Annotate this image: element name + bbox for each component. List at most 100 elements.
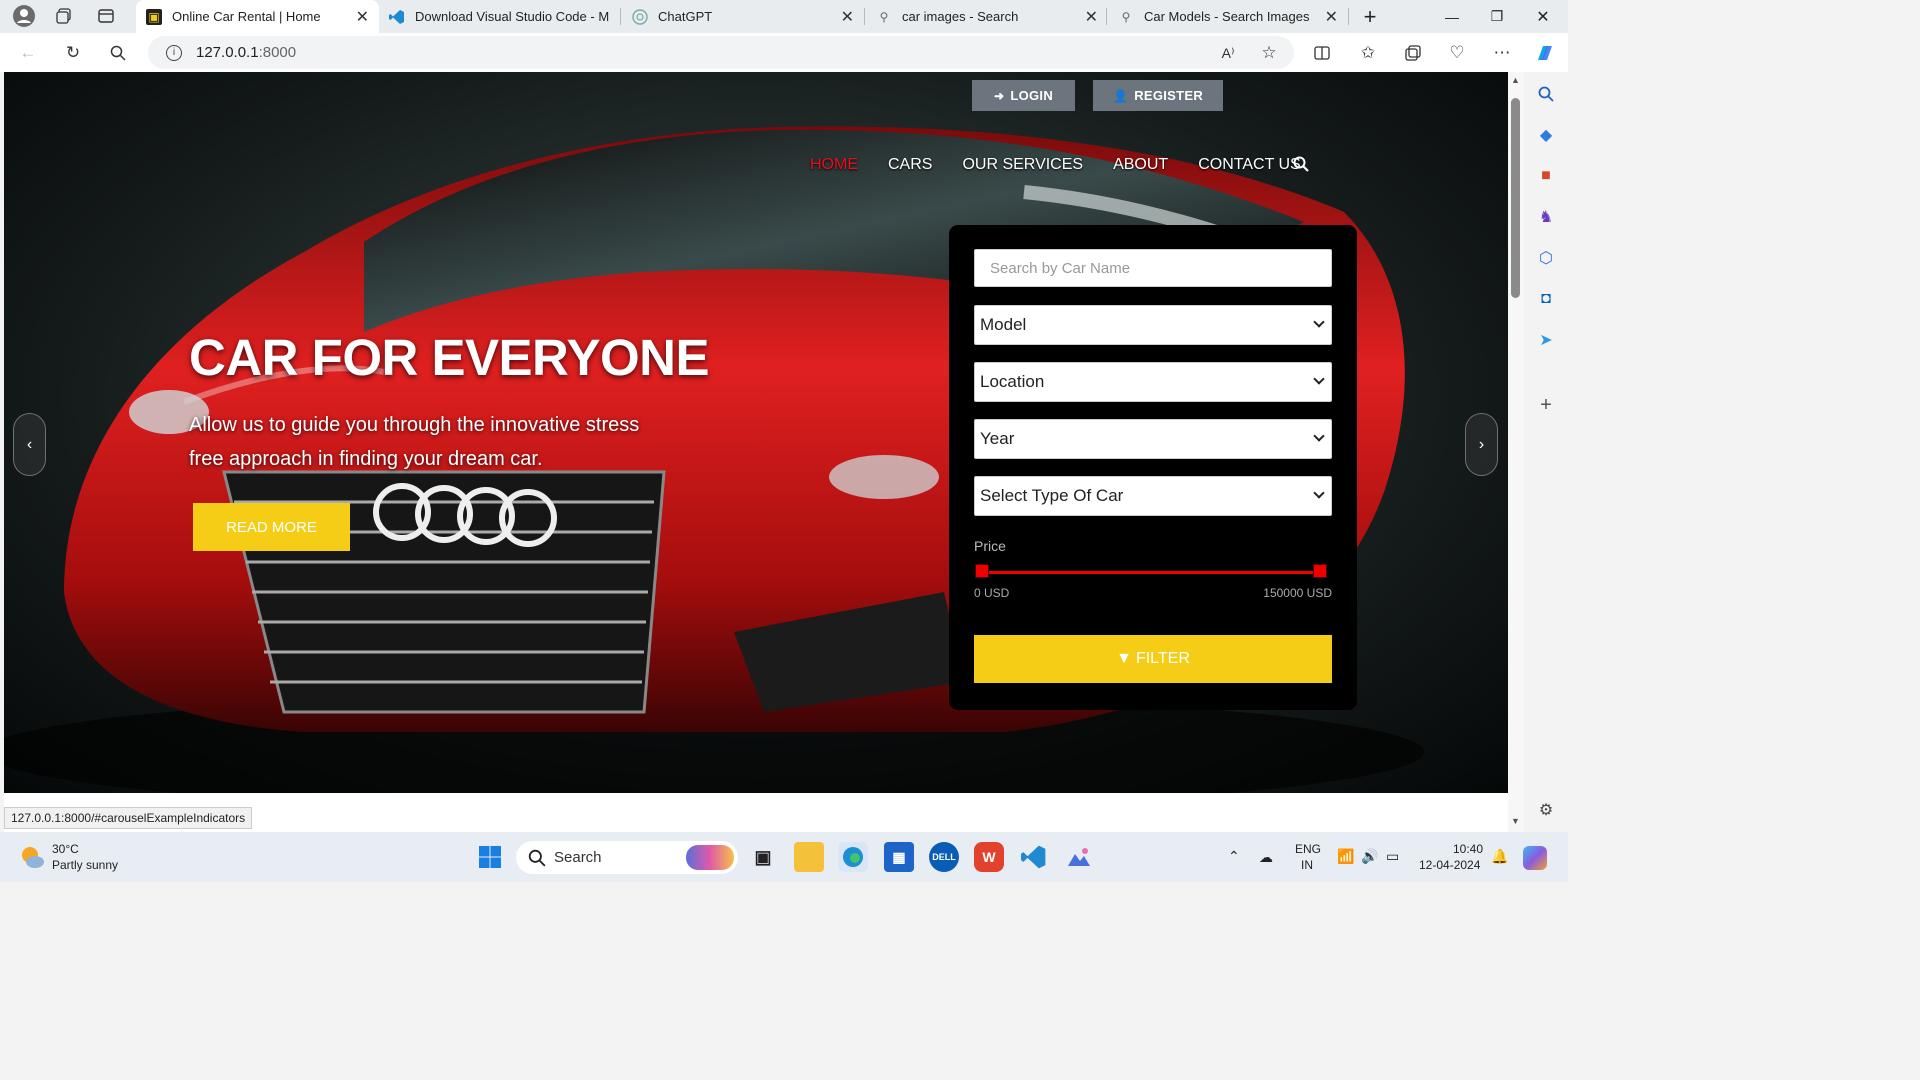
car-name-search-input[interactable]: Search by Car Name bbox=[974, 249, 1332, 287]
wifi-icon[interactable]: 📶 bbox=[1337, 848, 1354, 865]
microsoft-365-icon[interactable]: ⬡ bbox=[1534, 246, 1558, 270]
close-tab-icon[interactable]: ✕ bbox=[841, 7, 854, 27]
refresh-icon[interactable]: ↻ bbox=[57, 37, 89, 69]
windows-start-icon[interactable] bbox=[475, 842, 505, 872]
filter-button-label: FILTER bbox=[1135, 650, 1190, 667]
weather-sun-icon[interactable] bbox=[18, 843, 46, 871]
hero-description: Allow us to guide you through the innova… bbox=[189, 414, 640, 470]
price-min-handle[interactable] bbox=[975, 564, 989, 578]
sidebar-settings-gear-icon[interactable]: ⚙ bbox=[1534, 798, 1558, 822]
split-screen-icon[interactable] bbox=[1306, 37, 1338, 69]
nav-our-services[interactable]: OUR SERVICES bbox=[962, 156, 1083, 174]
login-label: LOGIN bbox=[1010, 88, 1054, 103]
drop-send-icon[interactable]: ➤ bbox=[1534, 328, 1558, 352]
price-max-handle[interactable] bbox=[1313, 564, 1327, 578]
search-icon[interactable] bbox=[102, 37, 134, 69]
wps-office-icon[interactable]: W bbox=[974, 842, 1004, 872]
address-toolbar: ← ↻ i 127.0.0.1:8000 A⁾ ☆ ✩ ♡ ⋯ bbox=[0, 33, 1568, 72]
taskbar-search-label: Search bbox=[554, 849, 602, 866]
scroll-up-icon[interactable]: ▲ bbox=[1511, 75, 1520, 85]
page-scrollbar[interactable]: ▲ ▼ bbox=[1508, 72, 1524, 832]
copilot-taskbar-icon[interactable] bbox=[1523, 846, 1547, 870]
photos-icon[interactable] bbox=[1064, 842, 1094, 872]
battery-icon[interactable]: ▭ bbox=[1386, 848, 1399, 865]
language-in[interactable]: IN bbox=[1301, 858, 1313, 872]
profile-icon[interactable] bbox=[8, 0, 40, 32]
close-tab-icon[interactable]: ✕ bbox=[1325, 7, 1338, 27]
read-more-button[interactable]: READ MORE bbox=[193, 503, 350, 551]
taskbar-search[interactable]: Search bbox=[516, 841, 738, 874]
scroll-down-icon[interactable]: ▼ bbox=[1511, 816, 1520, 826]
browser-essentials-icon[interactable]: ♡ bbox=[1441, 37, 1473, 69]
register-button[interactable]: 👤 REGISTER bbox=[1093, 80, 1223, 111]
favorite-star-icon[interactable]: ☆ bbox=[1253, 37, 1285, 69]
task-view-icon[interactable]: ▣ bbox=[748, 842, 778, 872]
user-plus-icon: 👤 bbox=[1112, 88, 1129, 103]
browser-tab-bar: ▣ Online Car Rental | Home ✕ Download Vi… bbox=[0, 0, 1568, 33]
copilot-icon[interactable] bbox=[1529, 37, 1561, 69]
tab-car-images-search[interactable]: ⚲ car images - Search ✕ bbox=[866, 0, 1108, 33]
volume-icon[interactable]: 🔊 bbox=[1361, 848, 1378, 865]
car-type-select[interactable]: Select Type Of Car bbox=[974, 476, 1332, 516]
nav-home[interactable]: HOME bbox=[810, 156, 858, 174]
new-tab-button[interactable]: + bbox=[1347, 0, 1393, 33]
address-input[interactable]: i 127.0.0.1:8000 bbox=[148, 36, 1294, 69]
search-icon[interactable] bbox=[1534, 82, 1558, 106]
model-select-value: Model bbox=[980, 315, 1027, 334]
carousel-next-button[interactable]: › bbox=[1465, 413, 1498, 476]
scrollbar-thumb[interactable] bbox=[1511, 98, 1520, 298]
main-nav: HOME CARS OUR SERVICES ABOUT CONTACT US bbox=[810, 156, 1331, 174]
outlook-icon[interactable]: ◘ bbox=[1534, 287, 1558, 311]
collections-icon[interactable] bbox=[1397, 37, 1429, 69]
nav-about[interactable]: ABOUT bbox=[1113, 156, 1168, 174]
funnel-icon: ▼ bbox=[1116, 650, 1132, 667]
close-window-button[interactable]: ✕ bbox=[1520, 0, 1566, 33]
site-info-icon[interactable]: i bbox=[166, 44, 182, 61]
tab-vscode[interactable]: Download Visual Studio Code - M bbox=[379, 0, 621, 33]
dell-icon[interactable]: DELL bbox=[929, 842, 959, 872]
file-explorer-icon[interactable] bbox=[794, 842, 824, 872]
tab-title: ChatGPT bbox=[658, 9, 713, 24]
nav-search-icon[interactable] bbox=[1293, 156, 1309, 177]
model-select[interactable]: Model bbox=[974, 305, 1332, 345]
tab-online-car-rental[interactable]: ▣ Online Car Rental | Home ✕ bbox=[136, 0, 379, 33]
carousel-prev-button[interactable]: ‹ bbox=[13, 413, 46, 476]
edge-browser-icon[interactable] bbox=[838, 842, 868, 872]
tab-actions-icon[interactable] bbox=[90, 0, 122, 32]
add-sidebar-app-icon[interactable]: + bbox=[1534, 393, 1558, 417]
close-tab-icon[interactable]: ✕ bbox=[1085, 7, 1098, 27]
notification-bell-icon[interactable]: 🔔 bbox=[1491, 848, 1508, 865]
show-hidden-icons-chevron-icon[interactable]: ⌃ bbox=[1228, 848, 1240, 865]
read-aloud-icon[interactable]: A⁾ bbox=[1212, 37, 1244, 69]
favorites-icon[interactable]: ✩ bbox=[1352, 37, 1384, 69]
back-arrow-icon[interactable]: ← bbox=[12, 37, 44, 69]
search-favicon-icon: ⚲ bbox=[1121, 9, 1131, 24]
games-chess-icon[interactable]: ♞ bbox=[1534, 205, 1558, 229]
tab-chatgpt[interactable]: ChatGPT ✕ bbox=[622, 0, 864, 33]
tab-car-models-search[interactable]: ⚲ Car Models - Search Images ✕ bbox=[1108, 0, 1348, 33]
workspaces-icon[interactable] bbox=[48, 0, 80, 32]
vscode-taskbar-icon[interactable] bbox=[1019, 842, 1049, 872]
language-eng[interactable]: ENG bbox=[1295, 842, 1321, 856]
tab-title: car images - Search bbox=[902, 9, 1019, 24]
nav-cars[interactable]: CARS bbox=[888, 156, 932, 174]
search-favicon-icon: ⚲ bbox=[879, 9, 889, 24]
clock-date[interactable]: 12-04-2024 bbox=[1419, 858, 1480, 872]
restore-button[interactable]: ❐ bbox=[1474, 0, 1520, 33]
shopping-tag-icon[interactable]: ◆ bbox=[1534, 123, 1558, 147]
more-options-icon[interactable]: ⋯ bbox=[1486, 37, 1518, 69]
weather-desc: Partly sunny bbox=[52, 858, 119, 872]
onedrive-cloud-icon[interactable]: ☁ bbox=[1259, 849, 1273, 866]
filter-button[interactable]: ▼ FILTER bbox=[974, 635, 1332, 683]
tools-briefcase-icon[interactable]: ■ bbox=[1534, 164, 1558, 188]
location-select[interactable]: Location bbox=[974, 362, 1332, 402]
chevron-left-icon: ‹ bbox=[26, 435, 33, 453]
year-select[interactable]: Year bbox=[974, 419, 1332, 459]
microsoft-store-icon[interactable]: ▦ bbox=[884, 842, 914, 872]
close-tab-icon[interactable]: ✕ bbox=[356, 7, 369, 27]
nav-contact-us[interactable]: CONTACT US bbox=[1198, 156, 1301, 174]
minimize-button[interactable]: — bbox=[1429, 0, 1475, 33]
clock-time[interactable]: 10:40 bbox=[1453, 842, 1483, 856]
tab-title: Online Car Rental | Home bbox=[172, 9, 321, 24]
login-button[interactable]: ➜ LOGIN bbox=[972, 80, 1075, 111]
